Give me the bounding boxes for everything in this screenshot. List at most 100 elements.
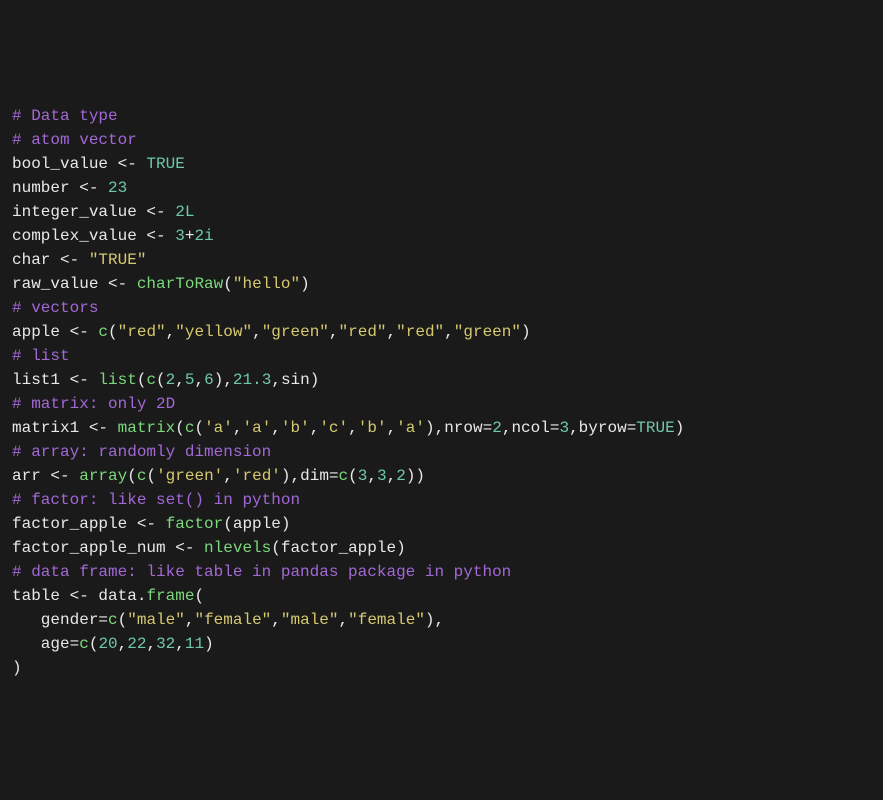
- code-token-ident: apple: [233, 515, 281, 533]
- code-token-op: <-: [137, 227, 175, 245]
- code-token-comment: # Data type: [12, 107, 118, 125]
- code-line: list1 <- list(c(2,5,6),21.3,sin): [12, 368, 871, 392]
- code-token-str: "TRUE": [89, 251, 147, 269]
- code-token-func: matrix: [118, 419, 176, 437]
- code-token-ident: bool_value: [12, 155, 108, 173]
- code-token-paren: (: [348, 467, 358, 485]
- code-token-op: ,: [194, 371, 204, 389]
- code-token-func: factor: [166, 515, 224, 533]
- code-token-str: "female": [348, 611, 425, 629]
- code-token-func: c: [108, 611, 118, 629]
- code-token-func: nlevels: [204, 539, 271, 557]
- code-token-str: "hello": [233, 275, 300, 293]
- code-token-kwarg: nrow: [444, 419, 482, 437]
- code-token-paren: ): [214, 371, 224, 389]
- code-token-op: ,: [291, 467, 301, 485]
- code-token-num: 11: [185, 635, 204, 653]
- code-line: number <- 23: [12, 176, 871, 200]
- code-token-paren: (: [108, 323, 118, 341]
- code-line: # Data type: [12, 104, 871, 128]
- code-token-str: "yellow": [175, 323, 252, 341]
- code-token-func: c: [98, 323, 108, 341]
- code-token-num: 2: [166, 371, 176, 389]
- code-line: arr <- array(c('green','red'),dim=c(3,3,…: [12, 464, 871, 488]
- code-token-paren: (: [175, 419, 185, 437]
- code-token-const: TRUE: [636, 419, 674, 437]
- code-token-ident: list1: [12, 371, 60, 389]
- code-token-num: 2i: [194, 227, 213, 245]
- code-token-op: ,: [329, 323, 339, 341]
- code-token-ident: table: [12, 587, 60, 605]
- code-token-paren: (: [194, 419, 204, 437]
- code-token-func: c: [146, 371, 156, 389]
- code-token-comment: # atom vector: [12, 131, 137, 149]
- code-token-ident: age: [12, 635, 70, 653]
- code-token-paren: (: [89, 635, 99, 653]
- code-token-op: <-: [70, 179, 108, 197]
- code-token-paren: ): [396, 539, 406, 557]
- code-token-op: <-: [50, 251, 88, 269]
- code-token-op: ,: [569, 419, 579, 437]
- code-token-op: ,: [175, 635, 185, 653]
- code-line: # list: [12, 344, 871, 368]
- code-token-op: =: [627, 419, 637, 437]
- code-token-paren: ): [204, 635, 214, 653]
- code-line: # vectors: [12, 296, 871, 320]
- code-token-op: <-: [166, 539, 204, 557]
- code-token-op: <-: [98, 275, 136, 293]
- code-line: raw_value <- charToRaw("hello"): [12, 272, 871, 296]
- code-token-op: ,: [502, 419, 512, 437]
- code-token-paren: ): [310, 371, 320, 389]
- code-token-str: 'red': [233, 467, 281, 485]
- code-line: bool_value <- TRUE: [12, 152, 871, 176]
- code-block: # Data type # atom vector bool_value <- TR…: [12, 104, 871, 680]
- code-token-str: "female": [194, 611, 271, 629]
- code-token-func: array: [79, 467, 127, 485]
- code-token-str: "red": [339, 323, 387, 341]
- code-token-comment: # data frame: like table in pandas packa…: [12, 563, 511, 581]
- code-token-comment: # matrix: only 2D: [12, 395, 175, 413]
- code-token-paren: ): [425, 419, 435, 437]
- code-token-op: ,: [175, 371, 185, 389]
- code-line: # factor: like set() in python: [12, 488, 871, 512]
- code-token-func: c: [137, 467, 147, 485]
- code-token-num: 21.3: [233, 371, 271, 389]
- code-token-op: ,: [444, 323, 454, 341]
- code-token-op: =: [70, 635, 80, 653]
- code-token-ident: matrix1: [12, 419, 79, 437]
- code-token-str: 'b': [358, 419, 387, 437]
- code-line: # matrix: only 2D: [12, 392, 871, 416]
- code-token-paren: ): [281, 467, 291, 485]
- code-line: factor_apple <- factor(apple): [12, 512, 871, 536]
- code-token-op: ,: [271, 371, 281, 389]
- code-line: integer_value <- 2L: [12, 200, 871, 224]
- code-token-op: ,: [146, 635, 156, 653]
- code-token-op: ,: [339, 611, 349, 629]
- code-token-op: ,: [271, 611, 281, 629]
- code-token-ident: number: [12, 179, 70, 197]
- code-token-op: ,: [252, 323, 262, 341]
- code-token-op: <-: [60, 371, 98, 389]
- code-token-ident: apple: [12, 323, 60, 341]
- code-token-str: 'b': [281, 419, 310, 437]
- code-token-op: ,: [387, 419, 397, 437]
- code-token-str: 'green': [156, 467, 223, 485]
- code-token-op: ,: [271, 419, 281, 437]
- code-token-str: 'a': [242, 419, 271, 437]
- code-token-ident: gender: [12, 611, 98, 629]
- code-token-op: ,: [223, 467, 233, 485]
- code-token-num: 2: [396, 467, 406, 485]
- code-token-paren: (: [127, 467, 137, 485]
- code-token-paren: (: [137, 371, 147, 389]
- code-token-paren: (: [118, 611, 128, 629]
- code-line: gender=c("male","female","male","female"…: [12, 608, 871, 632]
- code-token-paren: ): [281, 515, 291, 533]
- code-token-op: =: [483, 419, 493, 437]
- code-token-num: 2L: [175, 203, 194, 221]
- code-token-str: 'a': [396, 419, 425, 437]
- code-line: complex_value <- 3+2i: [12, 224, 871, 248]
- code-token-ident: arr: [12, 467, 41, 485]
- code-token-op: ,: [367, 467, 377, 485]
- code-token-num: 6: [204, 371, 214, 389]
- code-token-ident: raw_value: [12, 275, 98, 293]
